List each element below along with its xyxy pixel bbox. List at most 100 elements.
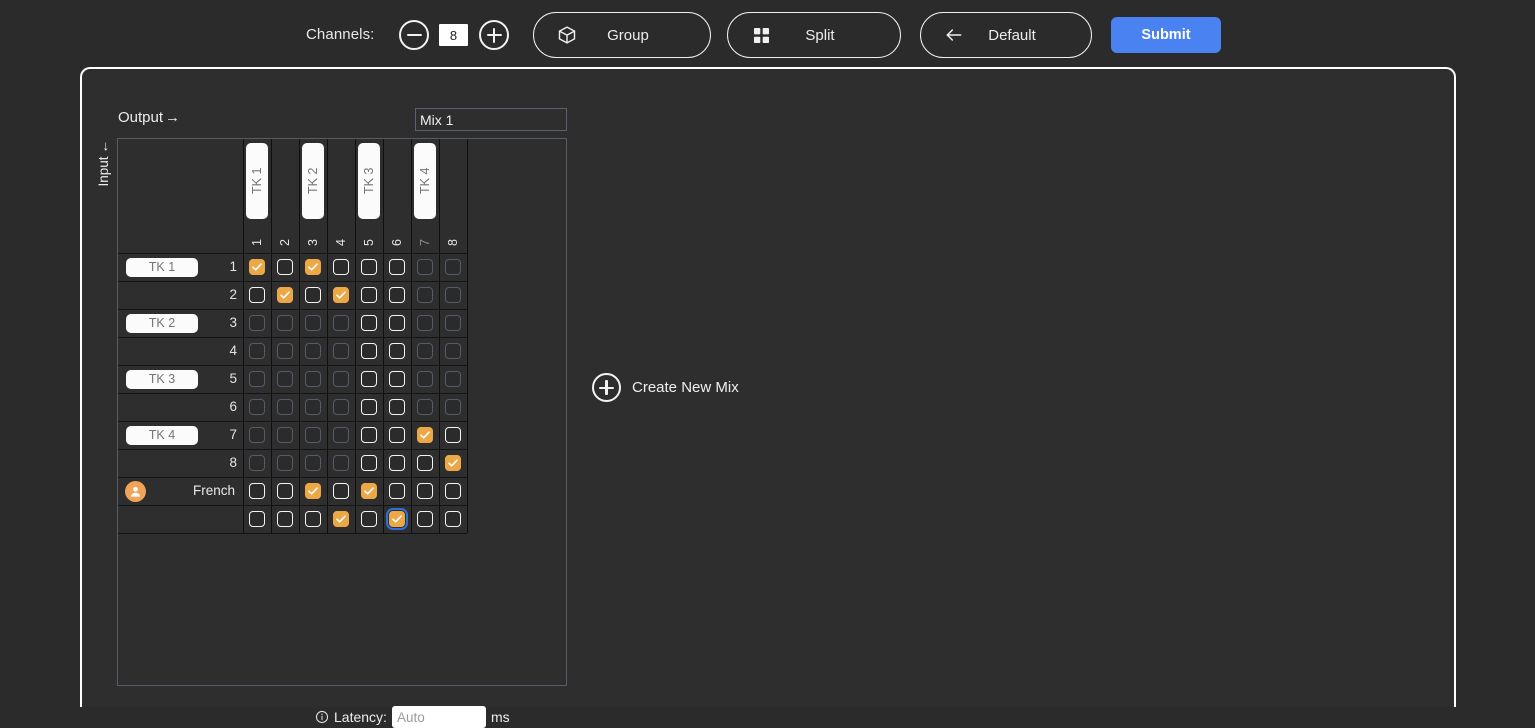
matrix-cell-r8-c7[interactable] <box>417 455 433 471</box>
row-header-1: 1 <box>229 259 237 274</box>
matrix-row-divider <box>118 449 467 450</box>
column-group-name-input-3[interactable] <box>358 143 380 219</box>
matrix-cell-r1-c7 <box>417 259 433 275</box>
mix-name-input[interactable] <box>415 108 567 131</box>
matrix-cell-r5-c5[interactable] <box>361 371 377 387</box>
row-header-6: 6 <box>229 399 237 414</box>
latency-unit-label: ms <box>490 709 510 725</box>
row-header-4: 4 <box>229 343 237 358</box>
matrix-cell-r4-c4 <box>333 343 349 359</box>
cube-icon <box>554 22 580 48</box>
minus-icon <box>406 33 422 37</box>
matrix-row-divider <box>118 393 467 394</box>
matrix-cell-r9-c2[interactable] <box>277 483 293 499</box>
matrix-row-divider <box>118 477 467 478</box>
matrix-cell-r7-c8[interactable] <box>445 427 461 443</box>
matrix-cell-r8-c6[interactable] <box>389 455 405 471</box>
matrix-cell-r8-c2 <box>277 455 293 471</box>
default-button-label: Default <box>988 26 1036 44</box>
matrix-cell-r9-c7[interactable] <box>417 483 433 499</box>
create-new-mix-label: Create New Mix <box>632 379 739 396</box>
matrix-cell-r5-c4 <box>333 371 349 387</box>
row-group-name-input-3[interactable] <box>126 369 198 389</box>
matrix-cell-r10-c8[interactable] <box>445 511 461 527</box>
matrix-row-divider <box>118 421 467 422</box>
create-new-mix-button[interactable]: Create New Mix <box>592 373 739 402</box>
column-group-name-input-2[interactable] <box>302 143 324 219</box>
matrix-cell-r10-c7[interactable] <box>417 511 433 527</box>
split-button[interactable]: Split <box>727 12 901 58</box>
group-button[interactable]: Group <box>533 12 711 58</box>
arrow-left-icon <box>941 22 967 48</box>
matrix-cell-r2-c5[interactable] <box>361 287 377 303</box>
matrix-cell-r10-c1[interactable] <box>249 511 265 527</box>
matrix-cell-r2-c2[interactable] <box>277 287 293 303</box>
matrix-cell-r4-c7 <box>417 343 433 359</box>
matrix-cell-r6-c1 <box>249 399 265 415</box>
column-header-1: 1 <box>250 239 264 246</box>
row-group-name-input-2[interactable] <box>126 313 198 333</box>
matrix-cell-r4-c8 <box>445 343 461 359</box>
matrix-cell-r7-c5[interactable] <box>361 427 377 443</box>
matrix-cell-r9-c8[interactable] <box>445 483 461 499</box>
matrix-cell-r5-c6[interactable] <box>389 371 405 387</box>
plus-circle-icon <box>592 373 621 402</box>
matrix-cell-r7-c2 <box>277 427 293 443</box>
matrix-cell-r9-c5[interactable] <box>361 483 377 499</box>
matrix-cell-r8-c8[interactable] <box>445 455 461 471</box>
row-header-french: French <box>192 483 235 498</box>
matrix-cell-r6-c6[interactable] <box>389 399 405 415</box>
arrow-right-icon: → <box>165 109 181 126</box>
channels-increment-button[interactable] <box>479 20 509 50</box>
matrix-cell-r2-c4[interactable] <box>333 287 349 303</box>
matrix-cell-r6-c3 <box>305 399 321 415</box>
matrix-cell-r7-c6[interactable] <box>389 427 405 443</box>
matrix-cell-r1-c5[interactable] <box>361 259 377 275</box>
channels-count-input[interactable] <box>439 24 468 46</box>
matrix-cell-r9-c4[interactable] <box>333 483 349 499</box>
column-header-3: 3 <box>306 239 320 246</box>
matrix-cell-r9-c3[interactable] <box>305 483 321 499</box>
matrix-column-divider <box>243 139 244 533</box>
submit-button[interactable]: Submit <box>1111 17 1221 53</box>
matrix-cell-r3-c6[interactable] <box>389 315 405 331</box>
row-group-name-input-4[interactable] <box>126 425 198 445</box>
matrix-cell-r2-c3[interactable] <box>305 287 321 303</box>
matrix-cell-r1-c2[interactable] <box>277 259 293 275</box>
matrix-cell-r10-c5[interactable] <box>361 511 377 527</box>
matrix-column-divider <box>327 139 328 533</box>
column-group-name-input-4[interactable] <box>414 143 436 219</box>
matrix-cell-r1-c1[interactable] <box>249 259 265 275</box>
matrix-cell-r4-c6[interactable] <box>389 343 405 359</box>
matrix-cell-r1-c4[interactable] <box>333 259 349 275</box>
matrix-cell-r2-c7 <box>417 287 433 303</box>
column-group-name-input-1[interactable] <box>246 143 268 219</box>
matrix-cell-r9-c6[interactable] <box>389 483 405 499</box>
matrix-cell-r2-c1[interactable] <box>249 287 265 303</box>
matrix-cell-r7-c7[interactable] <box>417 427 433 443</box>
row-group-name-input-1[interactable] <box>126 257 198 277</box>
matrix-cell-r1-c3[interactable] <box>305 259 321 275</box>
matrix-cell-r1-c6[interactable] <box>389 259 405 275</box>
grid-icon <box>748 22 774 48</box>
channels-decrement-button[interactable] <box>399 20 429 50</box>
matrix-cell-r10-c4[interactable] <box>333 511 349 527</box>
matrix-cell-r9-c1[interactable] <box>249 483 265 499</box>
matrix-cell-r2-c6[interactable] <box>389 287 405 303</box>
matrix-cell-r10-c2[interactable] <box>277 511 293 527</box>
matrix-cell-r4-c5[interactable] <box>361 343 377 359</box>
matrix-cell-r3-c7 <box>417 315 433 331</box>
top-toolbar: Channels: Group Split <box>0 0 1535 70</box>
matrix-column-divider <box>299 139 300 533</box>
input-axis-text: Input <box>96 156 111 187</box>
latency-input[interactable] <box>391 706 486 728</box>
matrix-cell-r3-c4 <box>333 315 349 331</box>
default-button[interactable]: Default <box>920 12 1092 58</box>
matrix-row-divider <box>118 337 467 338</box>
matrix-cell-r6-c5[interactable] <box>361 399 377 415</box>
matrix-cell-r10-c6[interactable] <box>386 508 408 530</box>
matrix-column-divider <box>467 139 468 533</box>
matrix-cell-r3-c5[interactable] <box>361 315 377 331</box>
matrix-cell-r8-c5[interactable] <box>361 455 377 471</box>
matrix-cell-r10-c3[interactable] <box>305 511 321 527</box>
